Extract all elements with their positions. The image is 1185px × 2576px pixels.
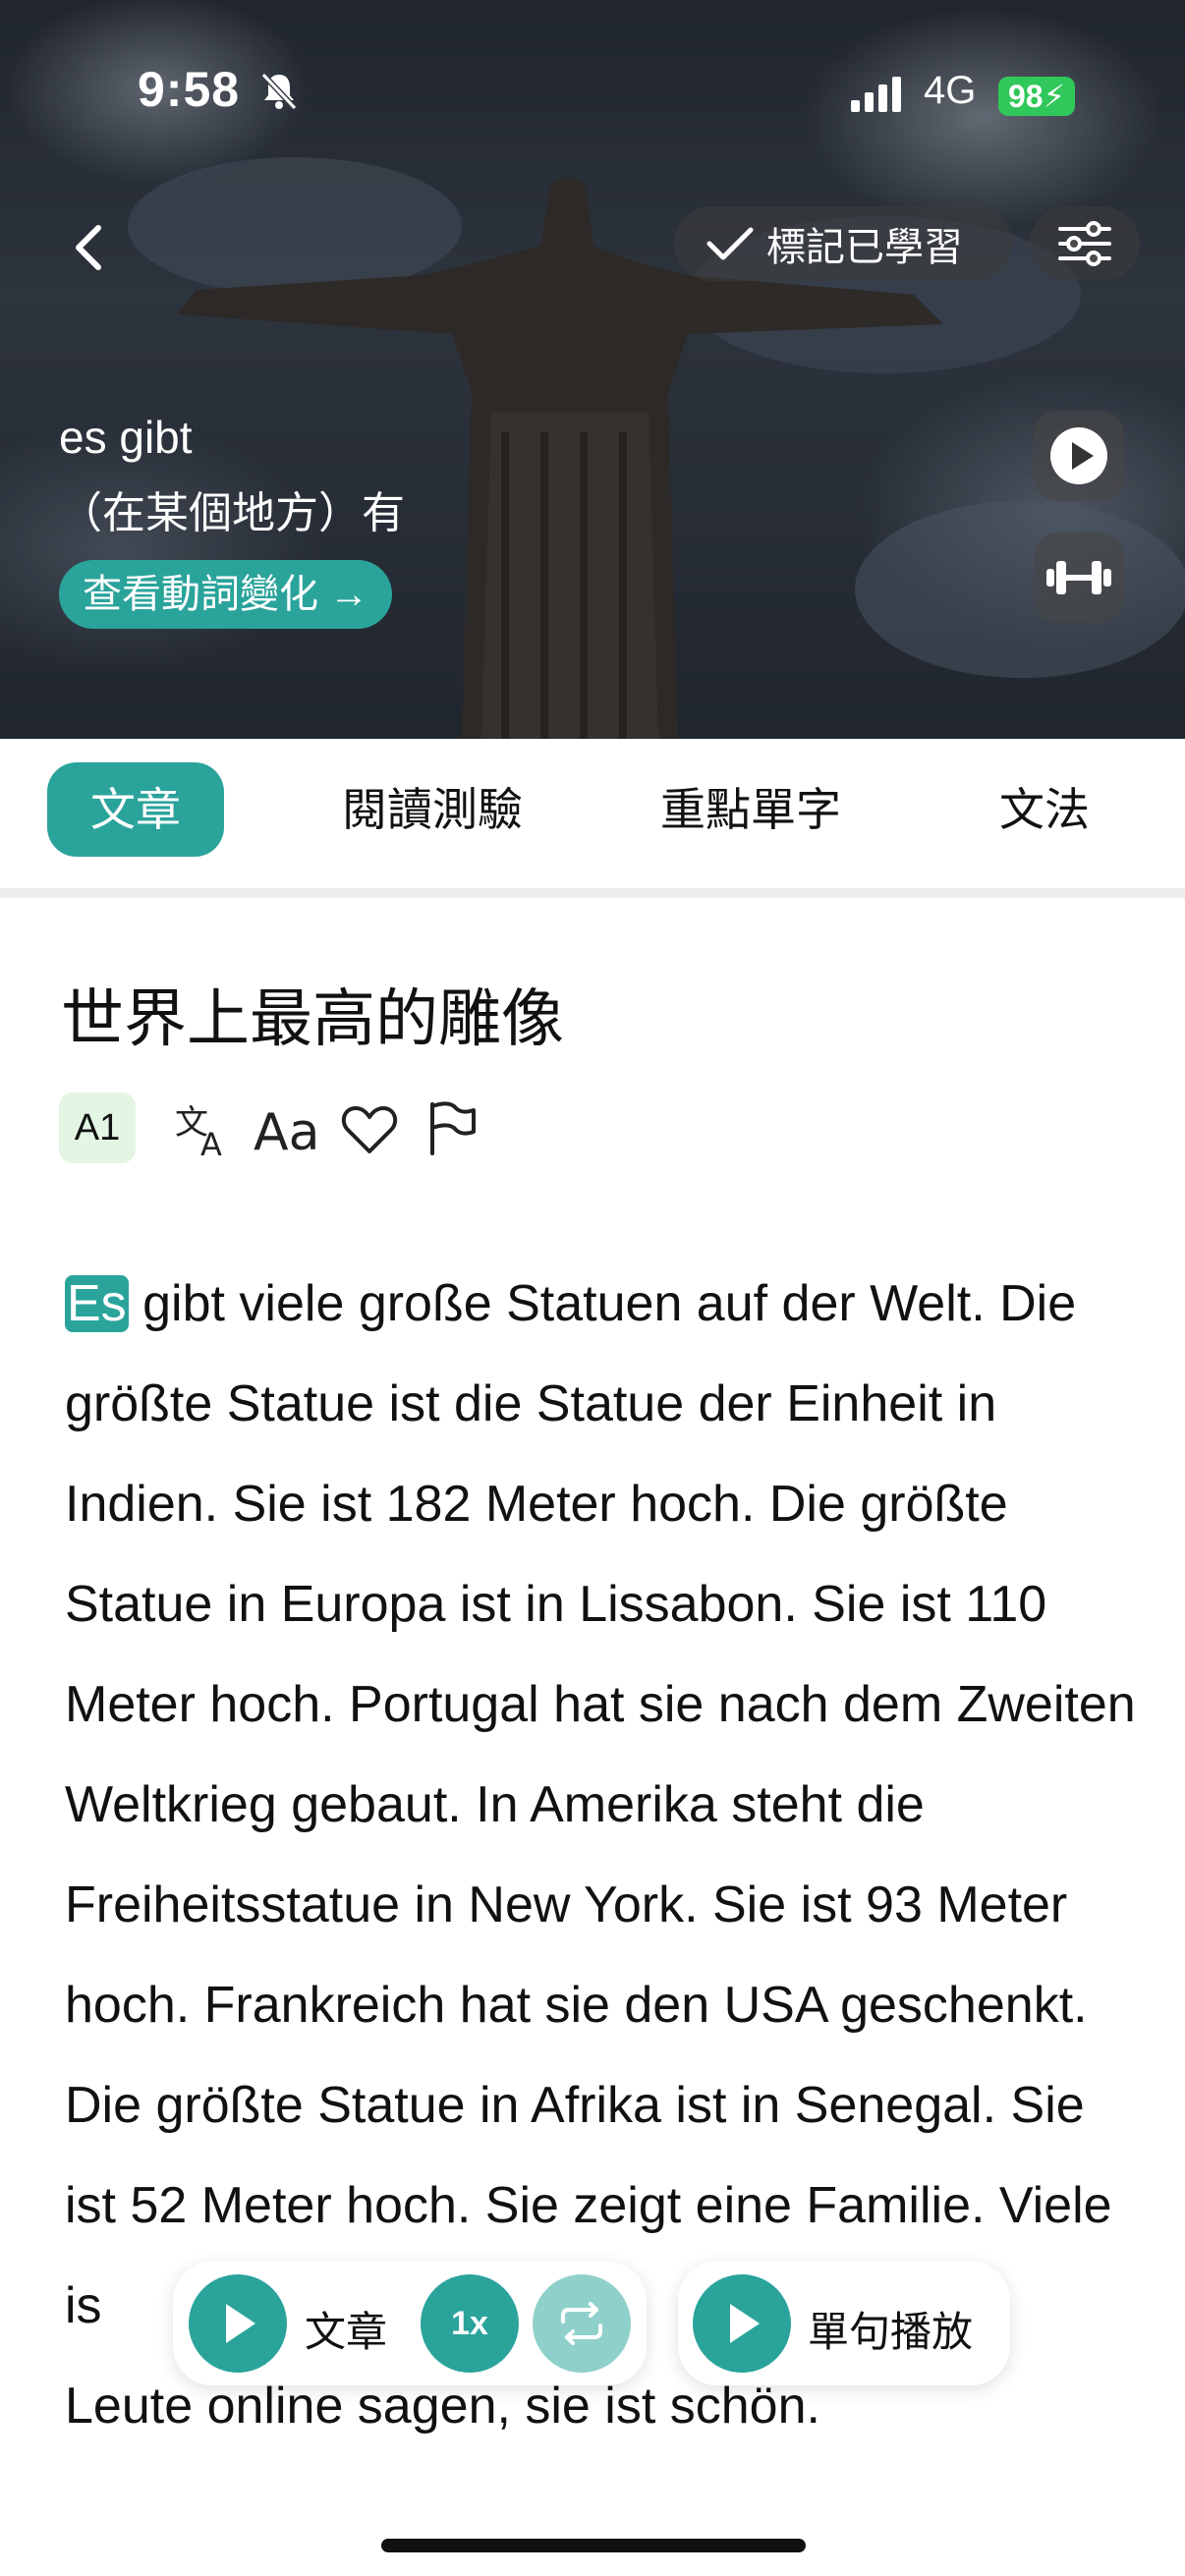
network-label: 4G — [924, 69, 977, 112]
practice-button[interactable] — [1034, 532, 1124, 623]
font-size-icon[interactable]: Aa — [252, 1100, 320, 1159]
back-chevron-icon[interactable] — [61, 218, 120, 277]
tab-reading-quiz[interactable]: 閱讀測驗 — [324, 762, 540, 857]
bell-slash-icon — [260, 72, 298, 111]
hero-word: es gibt — [59, 412, 193, 463]
article-text-fragment: is — [65, 2277, 102, 2334]
article-text: gibt viele große Statuen auf der Welt. D… — [65, 1275, 1136, 2234]
home-indicator — [381, 2539, 806, 2552]
svg-text:A: A — [200, 1126, 222, 1159]
status-time: 9:58 — [138, 62, 241, 117]
battery-indicator: 98⚡ — [998, 77, 1075, 116]
level-badge: A1 — [59, 1092, 136, 1163]
view-conjugation-button[interactable]: 查看動詞變化 → — [59, 560, 393, 629]
play-icon — [226, 2304, 255, 2343]
flag-icon[interactable] — [423, 1098, 481, 1157]
tab-article[interactable]: 文章 — [47, 762, 224, 857]
article-last-line: Leute online sagen, sie ist schön. — [65, 2378, 820, 2435]
sliders-icon — [1058, 221, 1111, 266]
svg-text:Aa: Aa — [254, 1103, 319, 1159]
article-title: 世界上最高的雕像 — [61, 983, 564, 1054]
tab-divider — [0, 888, 1185, 898]
tab-key-words[interactable]: 重點單字 — [643, 762, 859, 857]
mark-learned-button[interactable]: 標記已學習 — [674, 206, 1012, 281]
play-icon — [730, 2304, 760, 2343]
hero-meaning: （在某個地方）有 — [59, 489, 405, 537]
sentence-play-label: 單句播放 — [808, 2309, 974, 2355]
play-article-button[interactable] — [189, 2274, 287, 2373]
article-play-label: 文章 — [305, 2309, 388, 2355]
settings-button[interactable] — [1030, 206, 1140, 281]
tab-grammar[interactable]: 文法 — [981, 762, 1108, 857]
dumbbell-icon — [1046, 561, 1111, 594]
repeat-button[interactable] — [533, 2274, 631, 2373]
signal-icon — [851, 77, 901, 112]
play-sentence-button[interactable] — [693, 2274, 791, 2373]
battery-level: 98 — [1007, 79, 1044, 114]
play-circle-icon — [1050, 427, 1107, 484]
repeat-icon — [561, 2302, 602, 2345]
translate-icon[interactable]: 文 A — [173, 1100, 232, 1159]
heart-icon[interactable] — [340, 1100, 399, 1159]
checkmark-icon — [706, 227, 754, 260]
charging-icon: ⚡ — [1043, 79, 1066, 114]
mark-learned-label: 標記已學習 — [766, 226, 963, 269]
article-text-behind-player: eine Familie. Viele — [681, 2177, 1112, 2234]
highlighted-word[interactable]: Es — [65, 1275, 129, 1332]
pronounce-button[interactable] — [1034, 411, 1124, 501]
speed-button[interactable]: 1x — [421, 2274, 519, 2373]
